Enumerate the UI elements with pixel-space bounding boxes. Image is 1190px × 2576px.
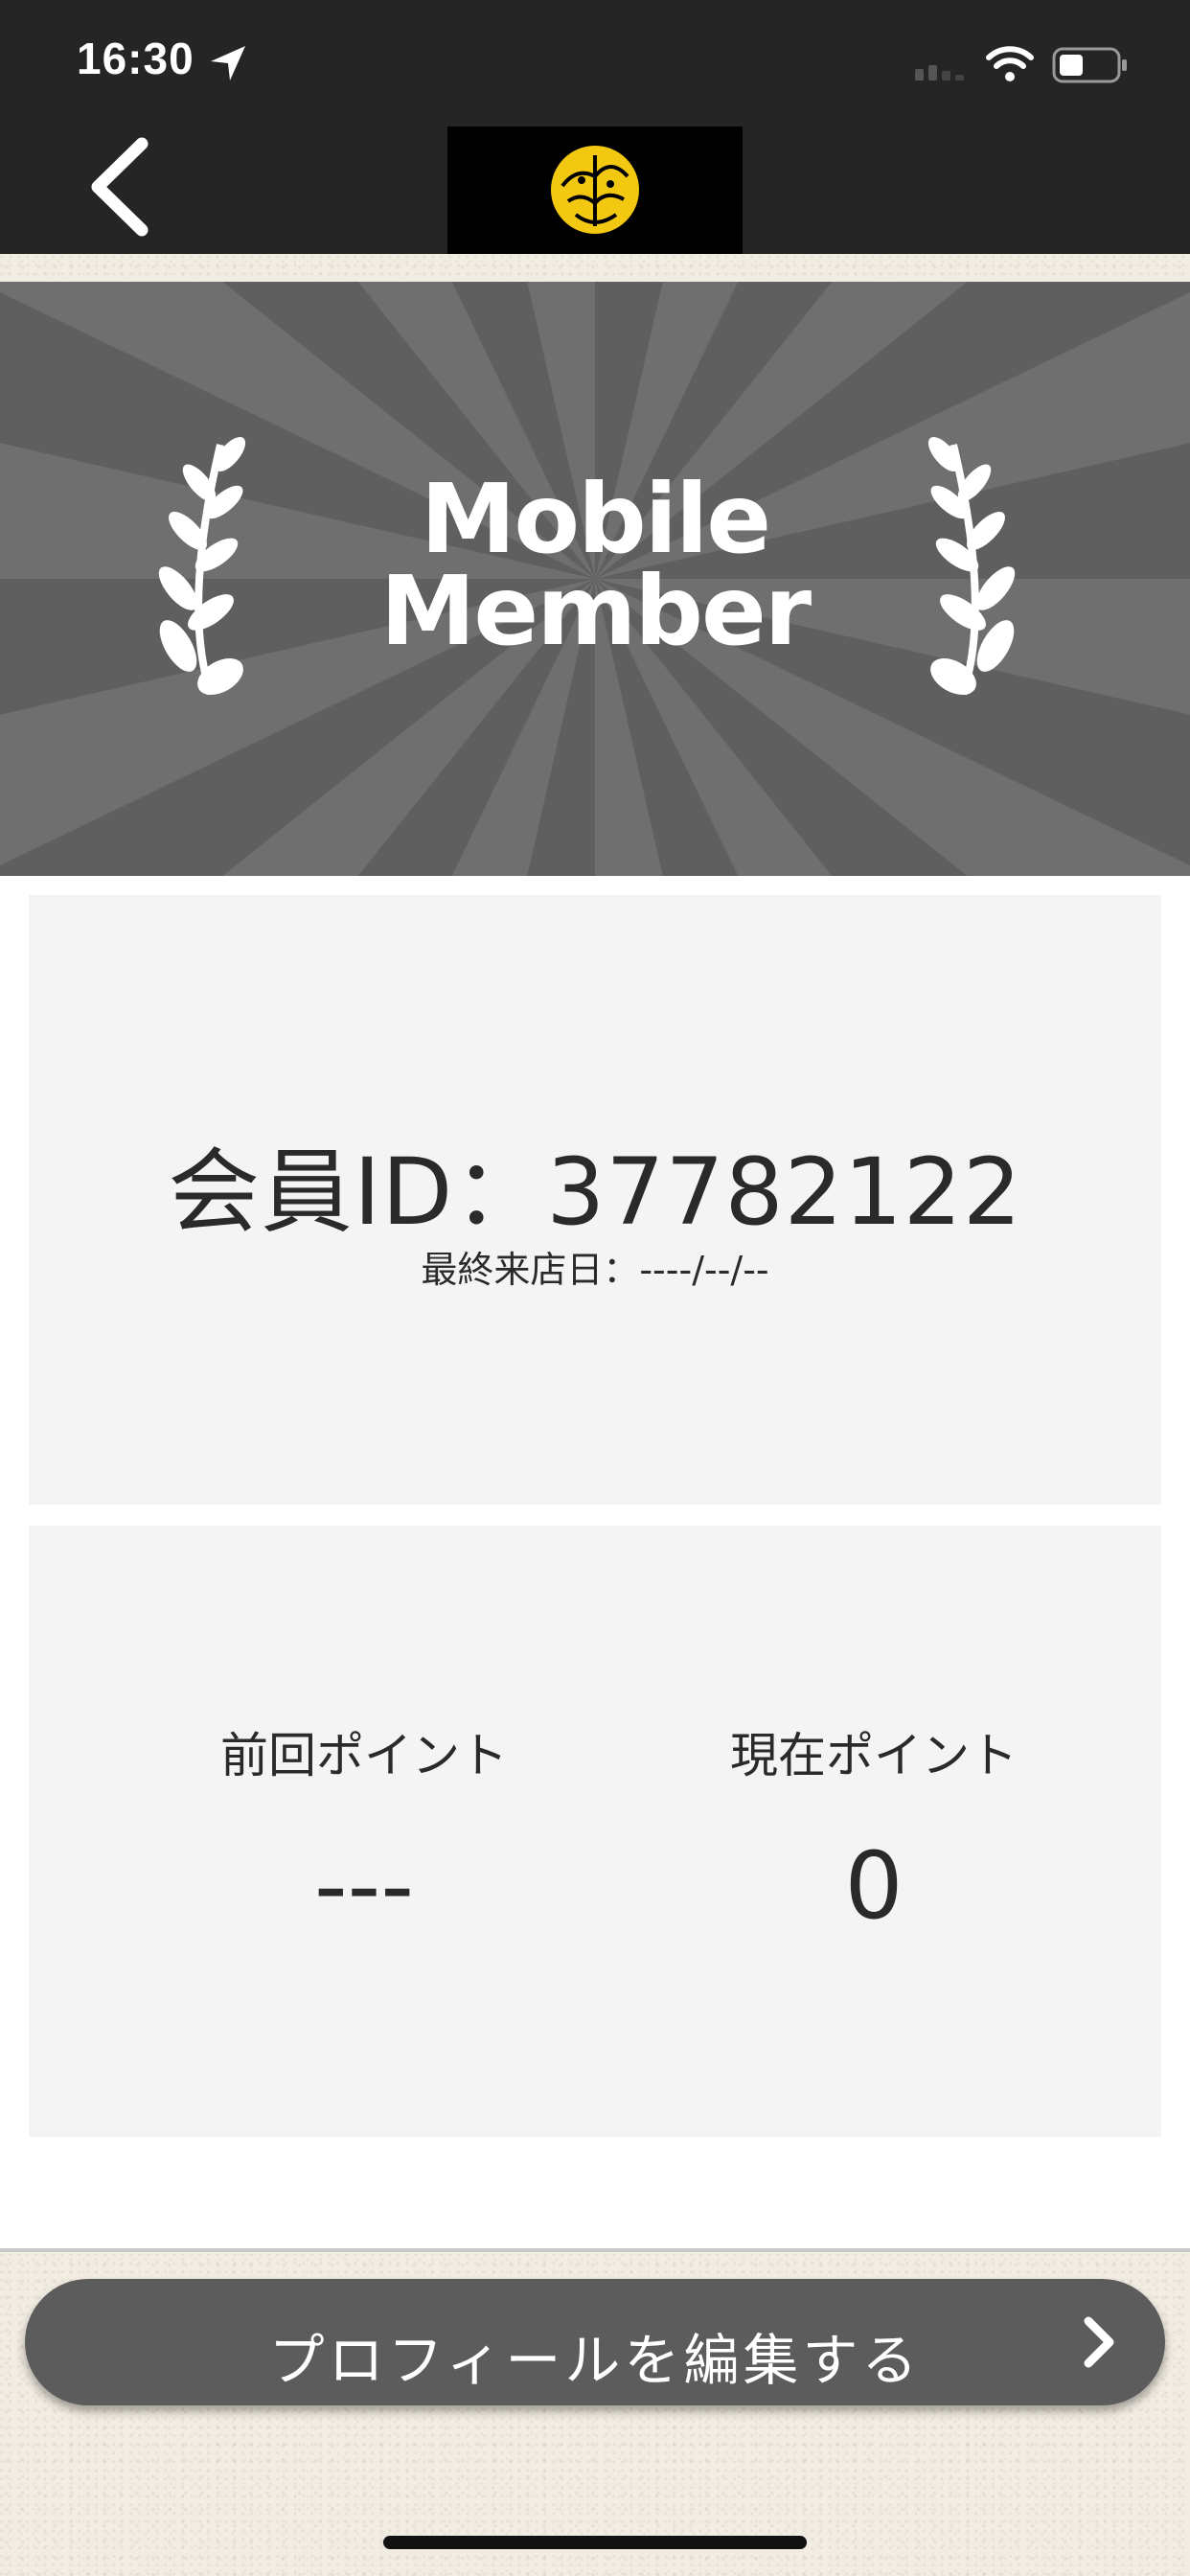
top-bar: 16:30 xyxy=(0,0,1190,254)
rank-title: Mobile Member xyxy=(0,463,1190,667)
last-visit-date: 最終来店日：----/--/-- xyxy=(421,1249,769,1291)
edit-profile-label: プロフィールを編集する xyxy=(268,2328,922,2393)
current-points-value: 0 xyxy=(844,1832,904,1940)
member-rank-banner: Mobile Member xyxy=(0,282,1190,876)
member-id: 会員ID：37782122 xyxy=(168,1138,1022,1246)
previous-points-value: --- xyxy=(314,1832,414,1940)
home-indicator xyxy=(383,2536,807,2549)
chevron-left-icon xyxy=(91,137,149,237)
previous-points-label: 前回ポイント xyxy=(220,1728,508,1783)
rank-title-line2: Member xyxy=(379,555,812,667)
paper-strip-top xyxy=(0,254,1190,283)
divider xyxy=(0,2248,1190,2252)
wifi-icon xyxy=(986,46,1034,81)
chevron-right-icon xyxy=(1084,2316,1114,2368)
brand-logo-mark xyxy=(551,146,639,234)
battery-icon xyxy=(1052,47,1127,83)
member-info-card: 会員ID：37782122 最終来店日：----/--/-- xyxy=(29,895,1161,1505)
back-button[interactable] xyxy=(82,134,159,240)
current-points-label: 現在ポイント xyxy=(730,1728,1018,1783)
location-arrow-icon xyxy=(211,46,245,80)
status-time: 16:30 xyxy=(77,34,195,83)
rank-title-line1: Mobile xyxy=(420,463,771,575)
brand-logo xyxy=(447,126,743,254)
cellular-signal-icon xyxy=(915,65,964,80)
points-card: 前回ポイント --- 現在ポイント 0 xyxy=(29,1526,1161,2137)
edit-profile-button[interactable]: プロフィールを編集する xyxy=(25,2279,1165,2405)
